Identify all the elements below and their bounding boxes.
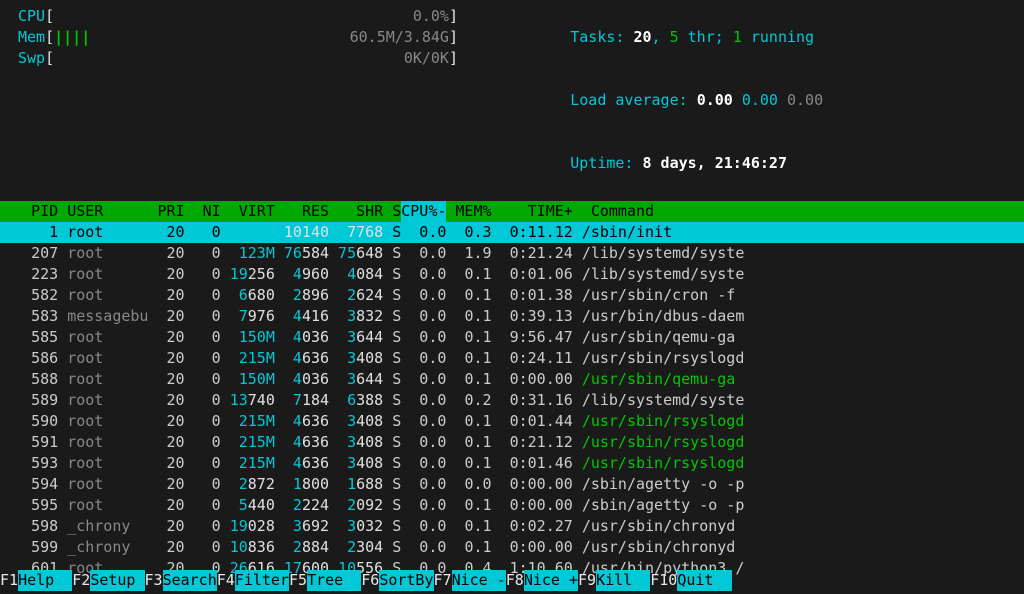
process-row[interactable]: 595root200544022242092S0.00.10:00.00/sbi…: [0, 495, 1024, 516]
process-row[interactable]: 585root200150M40363644S0.00.19:56.47/usr…: [0, 327, 1024, 348]
fkey-label[interactable]: Setup: [90, 570, 144, 591]
fkey[interactable]: F10: [650, 570, 677, 591]
fkey[interactable]: F7: [434, 570, 452, 591]
fkey[interactable]: F1: [0, 570, 18, 591]
cpu-label: CPU: [18, 6, 45, 27]
process-row[interactable]: 599_chrony2001083628842304S0.00.10:00.00…: [0, 537, 1024, 558]
process-row[interactable]: 223root2001925649604084S0.00.10:01.06/li…: [0, 264, 1024, 285]
col-user[interactable]: USER: [58, 201, 148, 222]
mem-meter: Mem[||||60.5M/3.84G]: [18, 27, 458, 48]
process-row[interactable]: 586root200215M46363408S0.00.10:24.11/usr…: [0, 348, 1024, 369]
process-row[interactable]: 583messagebu200797644163832S0.00.10:39.1…: [0, 306, 1024, 327]
process-row[interactable]: 589root2001374071846388S0.00.20:31.16/li…: [0, 390, 1024, 411]
fkey[interactable]: F5: [289, 570, 307, 591]
col-s[interactable]: S: [383, 201, 401, 222]
swp-label: Swp: [18, 48, 45, 69]
fkey-label[interactable]: Kill: [596, 570, 650, 591]
tasks-row: Tasks: 20, 5 thr; 1 running: [498, 6, 823, 69]
process-row[interactable]: 207root200123M7658475648S0.01.90:21.24/l…: [0, 243, 1024, 264]
top-area: CPU[0.0%] Mem[||||60.5M/3.84G] Swp[0K/0K…: [0, 6, 1024, 201]
fkey-label[interactable]: Help: [18, 570, 72, 591]
col-pri[interactable]: PRI: [148, 201, 184, 222]
uptime-row: Uptime: 8 days, 21:46:27: [498, 132, 823, 195]
meters: CPU[0.0%] Mem[||||60.5M/3.84G] Swp[0K/0K…: [18, 6, 458, 195]
process-row[interactable]: 590root200215M46363408S0.00.10:01.44/usr…: [0, 411, 1024, 432]
process-row[interactable]: 598_chrony2001902836923032S0.00.10:02.27…: [0, 516, 1024, 537]
cpu-meter: CPU[0.0%]: [18, 6, 458, 27]
process-row[interactable]: 1root200160M101407768S0.00.30:11.12/sbin…: [0, 222, 1024, 243]
col-time[interactable]: TIME+: [492, 201, 573, 222]
col-mem[interactable]: MEM%: [446, 201, 491, 222]
fkey-label[interactable]: Search: [163, 570, 217, 591]
fkey[interactable]: F9: [578, 570, 596, 591]
swp-meter: Swp[0K/0K]: [18, 48, 458, 69]
fkey[interactable]: F4: [217, 570, 235, 591]
col-res[interactable]: RES: [275, 201, 329, 222]
fkey-label[interactable]: Filter: [235, 570, 289, 591]
process-row[interactable]: 588root200150M40363644S0.00.10:00.00/usr…: [0, 369, 1024, 390]
col-cmd[interactable]: Command: [573, 201, 1020, 222]
load-row: Load average: 0.00 0.00 0.00: [498, 69, 823, 132]
process-row[interactable]: 591root200215M46363408S0.00.10:21.12/usr…: [0, 432, 1024, 453]
col-cpu[interactable]: CPU%-: [401, 201, 446, 222]
function-key-bar: F1Help F2Setup F3SearchF4FilterF5Tree F6…: [0, 570, 1024, 591]
fkey-label[interactable]: Quit: [677, 570, 731, 591]
fkey[interactable]: F3: [145, 570, 163, 591]
col-virt[interactable]: VIRT: [221, 201, 275, 222]
col-ni[interactable]: NI: [185, 201, 221, 222]
fkey-label[interactable]: Nice +: [524, 570, 578, 591]
process-list[interactable]: 1root200160M101407768S0.00.30:11.12/sbin…: [0, 222, 1024, 579]
fkey[interactable]: F6: [361, 570, 379, 591]
col-pid[interactable]: PID: [4, 201, 58, 222]
system-stats: Tasks: 20, 5 thr; 1 running Load average…: [498, 6, 823, 195]
fkey-label[interactable]: Nice -: [452, 570, 506, 591]
process-row[interactable]: 594root200287218001688S0.00.00:00.00/sbi…: [0, 474, 1024, 495]
process-row[interactable]: 582root200668028962624S0.00.10:01.38/usr…: [0, 285, 1024, 306]
fkey-label[interactable]: SortBy: [379, 570, 433, 591]
fkey[interactable]: F8: [506, 570, 524, 591]
htop-screen: CPU[0.0%] Mem[||||60.5M/3.84G] Swp[0K/0K…: [0, 0, 1024, 579]
fkey-label[interactable]: Tree: [307, 570, 361, 591]
mem-label: Mem: [18, 27, 45, 48]
column-header[interactable]: PID USER PRI NI VIRT RES SHR S CPU%- MEM…: [0, 201, 1024, 222]
col-shr[interactable]: SHR: [329, 201, 383, 222]
fkey[interactable]: F2: [72, 570, 90, 591]
process-row[interactable]: 593root200215M46363408S0.00.10:01.46/usr…: [0, 453, 1024, 474]
